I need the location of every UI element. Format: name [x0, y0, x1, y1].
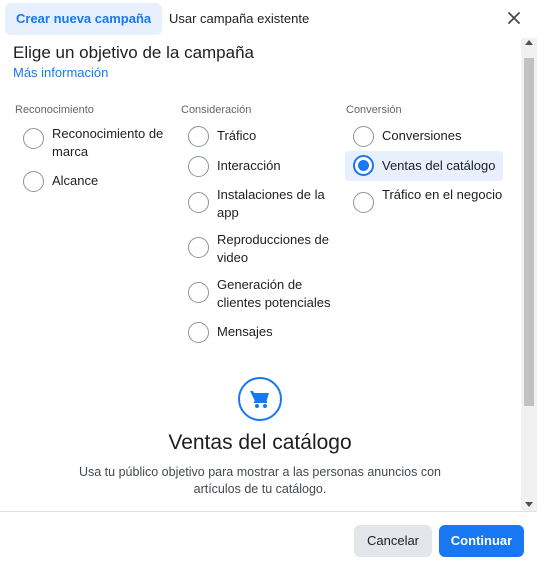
option-label: Generación de clientes potenciales [217, 277, 331, 310]
scroll-up-arrow-icon[interactable] [525, 40, 533, 45]
radio-button[interactable] [188, 192, 209, 213]
tab-existing-campaign[interactable]: Usar campaña existente [158, 3, 320, 35]
option-label: Alcance [52, 173, 99, 188]
continue-button[interactable]: Continuar [439, 525, 524, 557]
option-engagement[interactable]: Interacción [188, 153, 338, 177]
option-label: Reproducciones de video [217, 232, 330, 265]
option-label: Conversiones [382, 128, 462, 143]
tab-new-campaign[interactable]: Crear nueva campaña [5, 3, 163, 35]
option-messages[interactable]: Mensajes [188, 319, 338, 343]
radio-button[interactable] [353, 126, 374, 147]
option-label: Tráfico [217, 128, 257, 143]
radio-button[interactable] [188, 322, 209, 343]
radio-button[interactable] [188, 126, 209, 147]
option-app-installs[interactable]: Instalaciones de la app [188, 186, 338, 222]
option-label: Reconocimiento de marca [52, 126, 164, 159]
cart-icon [238, 377, 282, 421]
option-reach[interactable]: Alcance [23, 168, 173, 192]
objective-description: Usa tu público objetivo para mostrar a l… [78, 465, 441, 496]
radio-button[interactable] [23, 128, 44, 149]
scroll-down-arrow-icon[interactable] [525, 502, 533, 507]
option-label: Ventas del catálogo [382, 158, 496, 173]
objective-title: Ventas del catálogo [168, 431, 352, 454]
option-store-traffic[interactable]: Tráfico en el negocio [353, 186, 503, 213]
radio-button[interactable] [353, 192, 374, 213]
option-brand-awareness[interactable]: Reconocimiento de marca [23, 125, 173, 161]
option-label: Tráfico en el negocio [382, 187, 503, 202]
cancel-button[interactable]: Cancelar [354, 525, 432, 557]
option-conversions[interactable]: Conversiones [353, 123, 503, 147]
option-label: Mensajes [217, 324, 273, 339]
radio-button-checked[interactable] [353, 155, 374, 176]
close-icon[interactable] [505, 9, 523, 27]
column-title-conversion: Conversión [346, 104, 402, 116]
option-label: Interacción [217, 158, 281, 173]
scrollbar[interactable] [521, 38, 537, 511]
option-catalog-sales[interactable]: Ventas del catálogo [345, 151, 503, 181]
page-title: Elige un objetivo de la campaña [13, 43, 254, 62]
scrollbar-thumb[interactable] [524, 58, 534, 406]
option-label: Instalaciones de la app [217, 187, 325, 220]
option-lead-generation[interactable]: Generación de clientes potenciales [188, 276, 338, 312]
radio-button[interactable] [188, 237, 209, 258]
radio-button[interactable] [23, 171, 44, 192]
radio-button[interactable] [188, 282, 209, 303]
tab-bar: Crear nueva campaña Usar campaña existen… [0, 0, 537, 38]
option-video-views[interactable]: Reproducciones de video [188, 231, 338, 267]
column-title-consideration: Consideración [181, 104, 252, 116]
objective-panel: Elige un objetivo de la campaña Más info… [0, 38, 537, 511]
radio-button[interactable] [188, 156, 209, 177]
option-traffic[interactable]: Tráfico [188, 123, 338, 147]
column-title-awareness: Reconocimiento [15, 104, 94, 116]
dialog-footer: Cancelar Continuar [0, 511, 537, 563]
more-info-link[interactable]: Más información [13, 65, 108, 80]
